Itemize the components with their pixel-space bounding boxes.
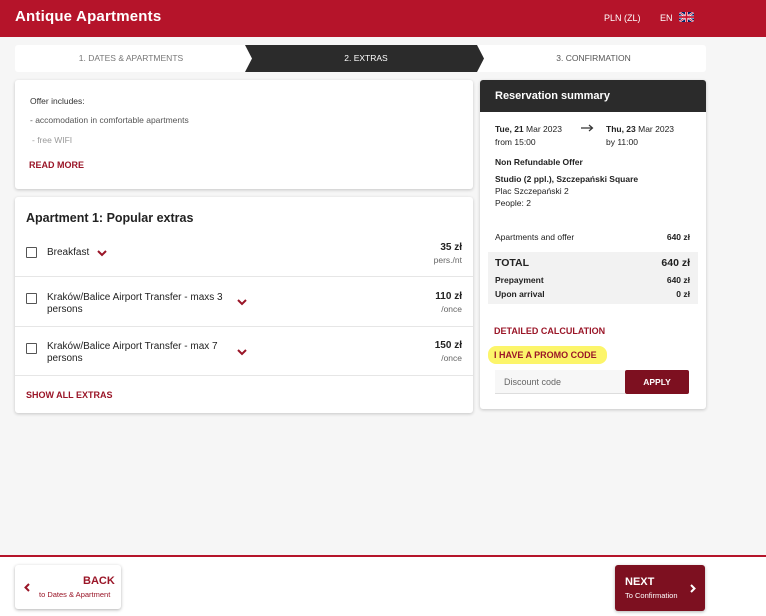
next-button[interactable]: NEXT To Confirmation: [615, 565, 705, 611]
chevron-left-icon: [24, 583, 30, 592]
detailed-calculation-link[interactable]: DETAILED CALCULATION: [494, 326, 605, 336]
brand-logo[interactable]: Antique Apartments: [15, 8, 161, 25]
next-sublabel: To Confirmation: [625, 591, 678, 600]
prepayment-label: Prepayment: [495, 275, 544, 285]
bottom-bar: BACK to Dates & Apartment NEXT To Confir…: [0, 555, 766, 616]
extra-unit: /once: [441, 304, 462, 314]
extra-row-airport-3: Kraków/Balice Airport Transfer - maxs 3 …: [15, 277, 473, 327]
checkin-time: from 15:00: [495, 137, 536, 147]
offer-heading: Offer includes:: [30, 96, 85, 106]
extra-unit: /once: [441, 353, 462, 363]
extra-price: 110 zł: [435, 291, 462, 302]
uk-flag-icon[interactable]: [679, 12, 694, 22]
extra-name: Kraków/Balice Airport Transfer - maxs 3 …: [47, 292, 223, 315]
arrival-label: Upon arrival: [495, 289, 545, 299]
breakfast-checkbox[interactable]: [26, 247, 37, 258]
summary-title: Reservation summary: [480, 80, 706, 112]
people-count: People: 2: [495, 198, 531, 208]
checkout-date: Thu, 23 Mar 2023: [606, 124, 674, 134]
read-more-link[interactable]: READ MORE: [29, 160, 84, 170]
extra-name: Kraków/Balice Airport Transfer - max 7 p…: [47, 341, 218, 364]
checkin-day: Tue, 21: [495, 124, 524, 134]
extra-unit: pers./nt: [433, 255, 462, 265]
reservation-summary-card: Reservation summary Tue, 21 Mar 2023 fro…: [480, 80, 706, 409]
chevron-right-icon: [690, 584, 696, 593]
prepayment-value: 640 zł: [666, 275, 690, 285]
currency-selector[interactable]: PLN (ZL): [604, 13, 641, 23]
offer-name: Non Refundable Offer: [495, 157, 583, 167]
extras-card: Apartment 1: Popular extras Breakfast 35…: [15, 197, 473, 413]
extra-row-airport-7: Kraków/Balice Airport Transfer - max 7 p…: [15, 327, 473, 376]
chevron-down-icon[interactable]: [237, 349, 247, 356]
checkout-time: by 11:00: [606, 137, 638, 147]
checkin-date: Tue, 21 Mar 2023: [495, 124, 562, 134]
checkin-month: Mar 2023: [523, 124, 562, 134]
apartment-name: Studio (2 ppl.), Szczepański Square: [495, 174, 639, 184]
step-extras[interactable]: 2. EXTRAS: [251, 45, 481, 72]
chevron-down-icon[interactable]: [97, 250, 107, 257]
offer-line-accomodation: - accomodation in comfortable apartments: [30, 115, 189, 125]
next-label: NEXT: [625, 576, 655, 588]
extra-row-breakfast: Breakfast 35 zł pers./nt: [15, 234, 473, 277]
back-sublabel: to Dates & Apartment: [39, 590, 111, 599]
chevron-down-icon[interactable]: [237, 299, 247, 306]
apartments-offer-value: 640 zł: [666, 232, 690, 242]
offer-line-wifi: - free WIFI: [32, 135, 73, 145]
extra-price: 35 zł: [440, 242, 462, 253]
progress-steps: 1. DATES & APARTMENTS 2. EXTRAS 3. CONFI…: [15, 45, 706, 72]
show-all-extras-link[interactable]: SHOW ALL EXTRAS: [26, 390, 113, 400]
apartment-address: Plac Szczepański 2: [495, 186, 569, 196]
airport-transfer-7-checkbox[interactable]: [26, 343, 37, 354]
checkout-day: Thu, 23: [606, 124, 636, 134]
back-button[interactable]: BACK to Dates & Apartment: [15, 565, 121, 609]
back-label: BACK: [83, 575, 115, 587]
extra-price: 150 zł: [434, 340, 462, 351]
discount-code-input[interactable]: [495, 370, 625, 394]
apply-button[interactable]: APPLY: [625, 370, 689, 394]
checkout-month: Mar 2023: [635, 124, 675, 134]
offer-card: Offer includes: - accomodation in comfor…: [15, 80, 473, 189]
extra-name: Breakfast: [47, 247, 90, 258]
step-dates-apartments[interactable]: 1. DATES & APARTMENTS: [15, 45, 247, 72]
top-bar: Antique Apartments PLN (ZL) EN: [0, 0, 766, 37]
total-value: 640 zł: [661, 257, 690, 269]
arrow-right-icon: [581, 124, 594, 132]
extras-title: Apartment 1: Popular extras: [26, 211, 194, 225]
total-label: TOTAL: [495, 257, 530, 269]
apartments-offer-label: Apartments and offer: [495, 232, 575, 242]
promo-code-link[interactable]: I HAVE A PROMO CODE: [494, 350, 597, 360]
arrival-value: 0 zł: [676, 289, 690, 299]
step-confirmation[interactable]: 3. CONFIRMATION: [481, 45, 706, 72]
language-selector[interactable]: EN: [660, 13, 673, 23]
airport-transfer-3-checkbox[interactable]: [26, 293, 37, 304]
